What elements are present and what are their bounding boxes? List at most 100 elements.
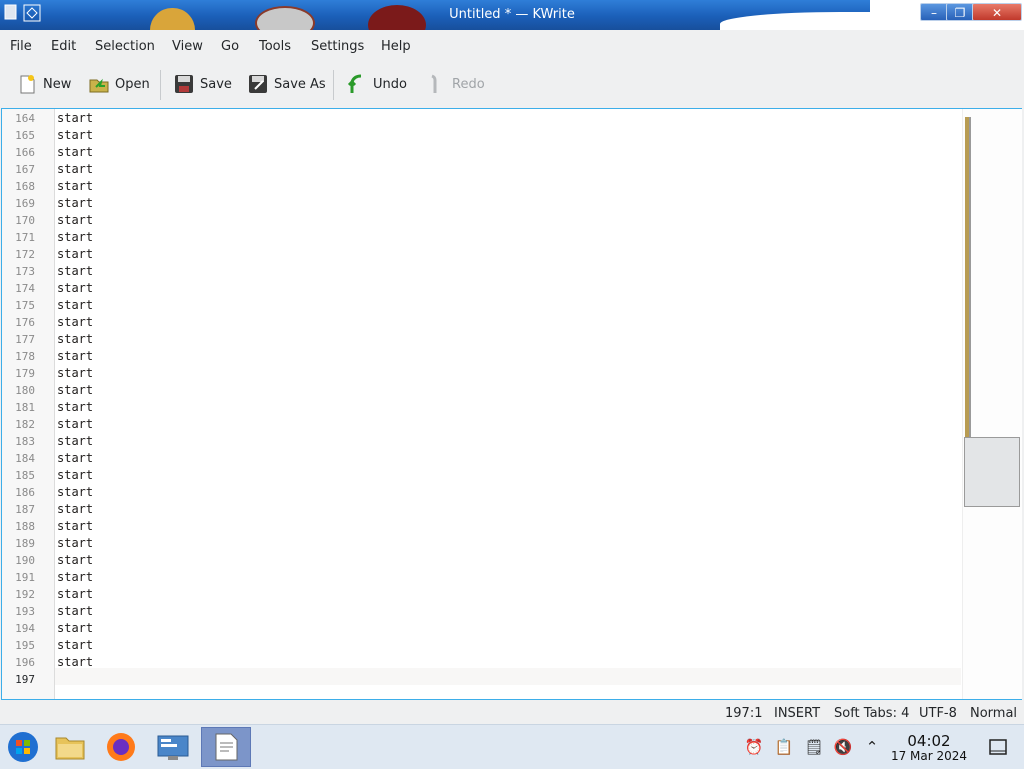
line-number: 190 xyxy=(15,554,35,567)
save-as-icon xyxy=(247,73,269,95)
line-number: 193 xyxy=(15,605,35,618)
line-number: 178 xyxy=(15,350,35,363)
line-number: 184 xyxy=(15,452,35,465)
cursor-position[interactable]: 197:1 xyxy=(725,706,762,721)
menu-edit[interactable]: Edit xyxy=(51,39,76,54)
menu-go[interactable]: Go xyxy=(221,39,239,54)
notes-icon[interactable]: 🗒 xyxy=(804,737,824,757)
mute-icon[interactable]: 🔇 xyxy=(833,737,853,757)
firefox-icon[interactable] xyxy=(98,727,144,767)
kwrite-icon[interactable] xyxy=(201,727,251,767)
toolbar: New Open Save Save As Undo Redo xyxy=(0,62,1024,106)
code-line[interactable]: start xyxy=(57,366,93,380)
start-menu-icon[interactable] xyxy=(0,727,46,767)
maximize-button[interactable]: ❐ xyxy=(946,3,974,21)
menu-selection[interactable]: Selection xyxy=(95,39,155,54)
code-line[interactable]: start xyxy=(57,111,93,125)
code-line[interactable]: start xyxy=(57,281,93,295)
menu-help[interactable]: Help xyxy=(381,39,411,54)
code-line[interactable]: start xyxy=(57,349,93,363)
code-line[interactable]: start xyxy=(57,247,93,261)
line-number: 179 xyxy=(15,367,35,380)
line-number: 185 xyxy=(15,469,35,482)
menu-view[interactable]: View xyxy=(172,39,203,54)
code-line[interactable]: start xyxy=(57,451,93,465)
input-mode[interactable]: Normal xyxy=(970,706,1017,721)
line-number: 164 xyxy=(15,112,35,125)
line-number: 195 xyxy=(15,639,35,652)
line-number: 174 xyxy=(15,282,35,295)
taskbar: ⏰ 📋 🗒 🔇 ⌃ 04:02 17 Mar 2024 xyxy=(0,724,1024,769)
code-line[interactable]: start xyxy=(57,417,93,431)
chevron-up-icon[interactable]: ⌃ xyxy=(862,737,882,757)
clock-date[interactable]: 17 Mar 2024 xyxy=(880,749,978,763)
code-line[interactable]: start xyxy=(57,519,93,533)
line-number: 171 xyxy=(15,231,35,244)
code-line[interactable]: start xyxy=(57,298,93,312)
encoding[interactable]: UTF-8 xyxy=(919,706,957,721)
code-line[interactable]: start xyxy=(57,553,93,567)
menu-file[interactable]: File xyxy=(10,39,32,54)
menu-settings[interactable]: Settings xyxy=(311,39,364,54)
minimap-scrollbar[interactable] xyxy=(962,109,1022,699)
code-line[interactable]: start xyxy=(57,536,93,550)
menu-bar: File Edit Selection View Go Tools Settin… xyxy=(0,31,1024,61)
alarm-icon[interactable]: ⏰ xyxy=(744,737,764,757)
line-number: 188 xyxy=(15,520,35,533)
minimize-button[interactable]: – xyxy=(920,3,948,21)
tab-settings[interactable]: Soft Tabs: 4 xyxy=(834,706,909,721)
code-line[interactable]: start xyxy=(57,230,93,244)
status-bar: 197:1 INSERT Soft Tabs: 4 UTF-8 Normal xyxy=(0,702,1024,724)
code-line[interactable]: start xyxy=(57,332,93,346)
text-editor[interactable]: 164 start 165 start 166 start 167 start 168 start… xyxy=(1,108,1022,700)
code-line[interactable]: start xyxy=(57,196,93,210)
code-line[interactable]: start xyxy=(57,383,93,397)
code-line[interactable]: start xyxy=(57,468,93,482)
redo-button[interactable]: Redo xyxy=(425,71,485,97)
clipboard-icon[interactable]: 📋 xyxy=(774,737,794,757)
code-line[interactable]: start xyxy=(57,621,93,635)
toolbar-separator xyxy=(160,70,161,100)
save-button[interactable]: Save xyxy=(173,71,232,97)
code-line[interactable]: start xyxy=(57,638,93,652)
line-number: 175 xyxy=(15,299,35,312)
code-line[interactable]: start xyxy=(57,400,93,414)
line-number: 172 xyxy=(15,248,35,261)
undo-arrow-icon xyxy=(346,73,368,95)
clock-time[interactable]: 04:02 xyxy=(880,732,978,750)
line-number: 189 xyxy=(15,537,35,550)
open-button[interactable]: Open xyxy=(88,71,150,97)
line-number: 170 xyxy=(15,214,35,227)
show-desktop-icon[interactable] xyxy=(988,737,1008,757)
code-line[interactable]: start xyxy=(57,502,93,516)
code-line[interactable]: start xyxy=(57,315,93,329)
code-line[interactable]: start xyxy=(57,604,93,618)
file-manager-icon[interactable] xyxy=(47,727,93,767)
save-as-button[interactable]: Save As xyxy=(247,71,326,97)
code-line[interactable]: start xyxy=(57,587,93,601)
line-number: 166 xyxy=(15,146,35,159)
undo-button[interactable]: Undo xyxy=(346,71,407,97)
edit-mode[interactable]: INSERT xyxy=(774,706,820,721)
code-line[interactable]: start xyxy=(57,264,93,278)
close-button[interactable]: ✕ xyxy=(972,3,1022,21)
scrollbar-thumb[interactable] xyxy=(964,437,1020,507)
line-number: 192 xyxy=(15,588,35,601)
new-button[interactable]: New xyxy=(16,71,71,97)
code-line[interactable]: start xyxy=(57,145,93,159)
line-number: 169 xyxy=(15,197,35,210)
open-folder-icon xyxy=(88,73,110,95)
code-line[interactable]: start xyxy=(57,570,93,584)
code-line[interactable]: start xyxy=(57,655,93,669)
line-number: 194 xyxy=(15,622,35,635)
system-settings-icon[interactable] xyxy=(150,727,196,767)
line-number: 167 xyxy=(15,163,35,176)
code-line[interactable]: start xyxy=(57,213,93,227)
code-line[interactable]: start xyxy=(57,179,93,193)
line-number: 197 xyxy=(15,673,35,686)
menu-tools[interactable]: Tools xyxy=(259,39,291,54)
code-line[interactable]: start xyxy=(57,434,93,448)
code-line[interactable]: start xyxy=(57,128,93,142)
code-line[interactable]: start xyxy=(57,162,93,176)
code-line[interactable]: start xyxy=(57,485,93,499)
